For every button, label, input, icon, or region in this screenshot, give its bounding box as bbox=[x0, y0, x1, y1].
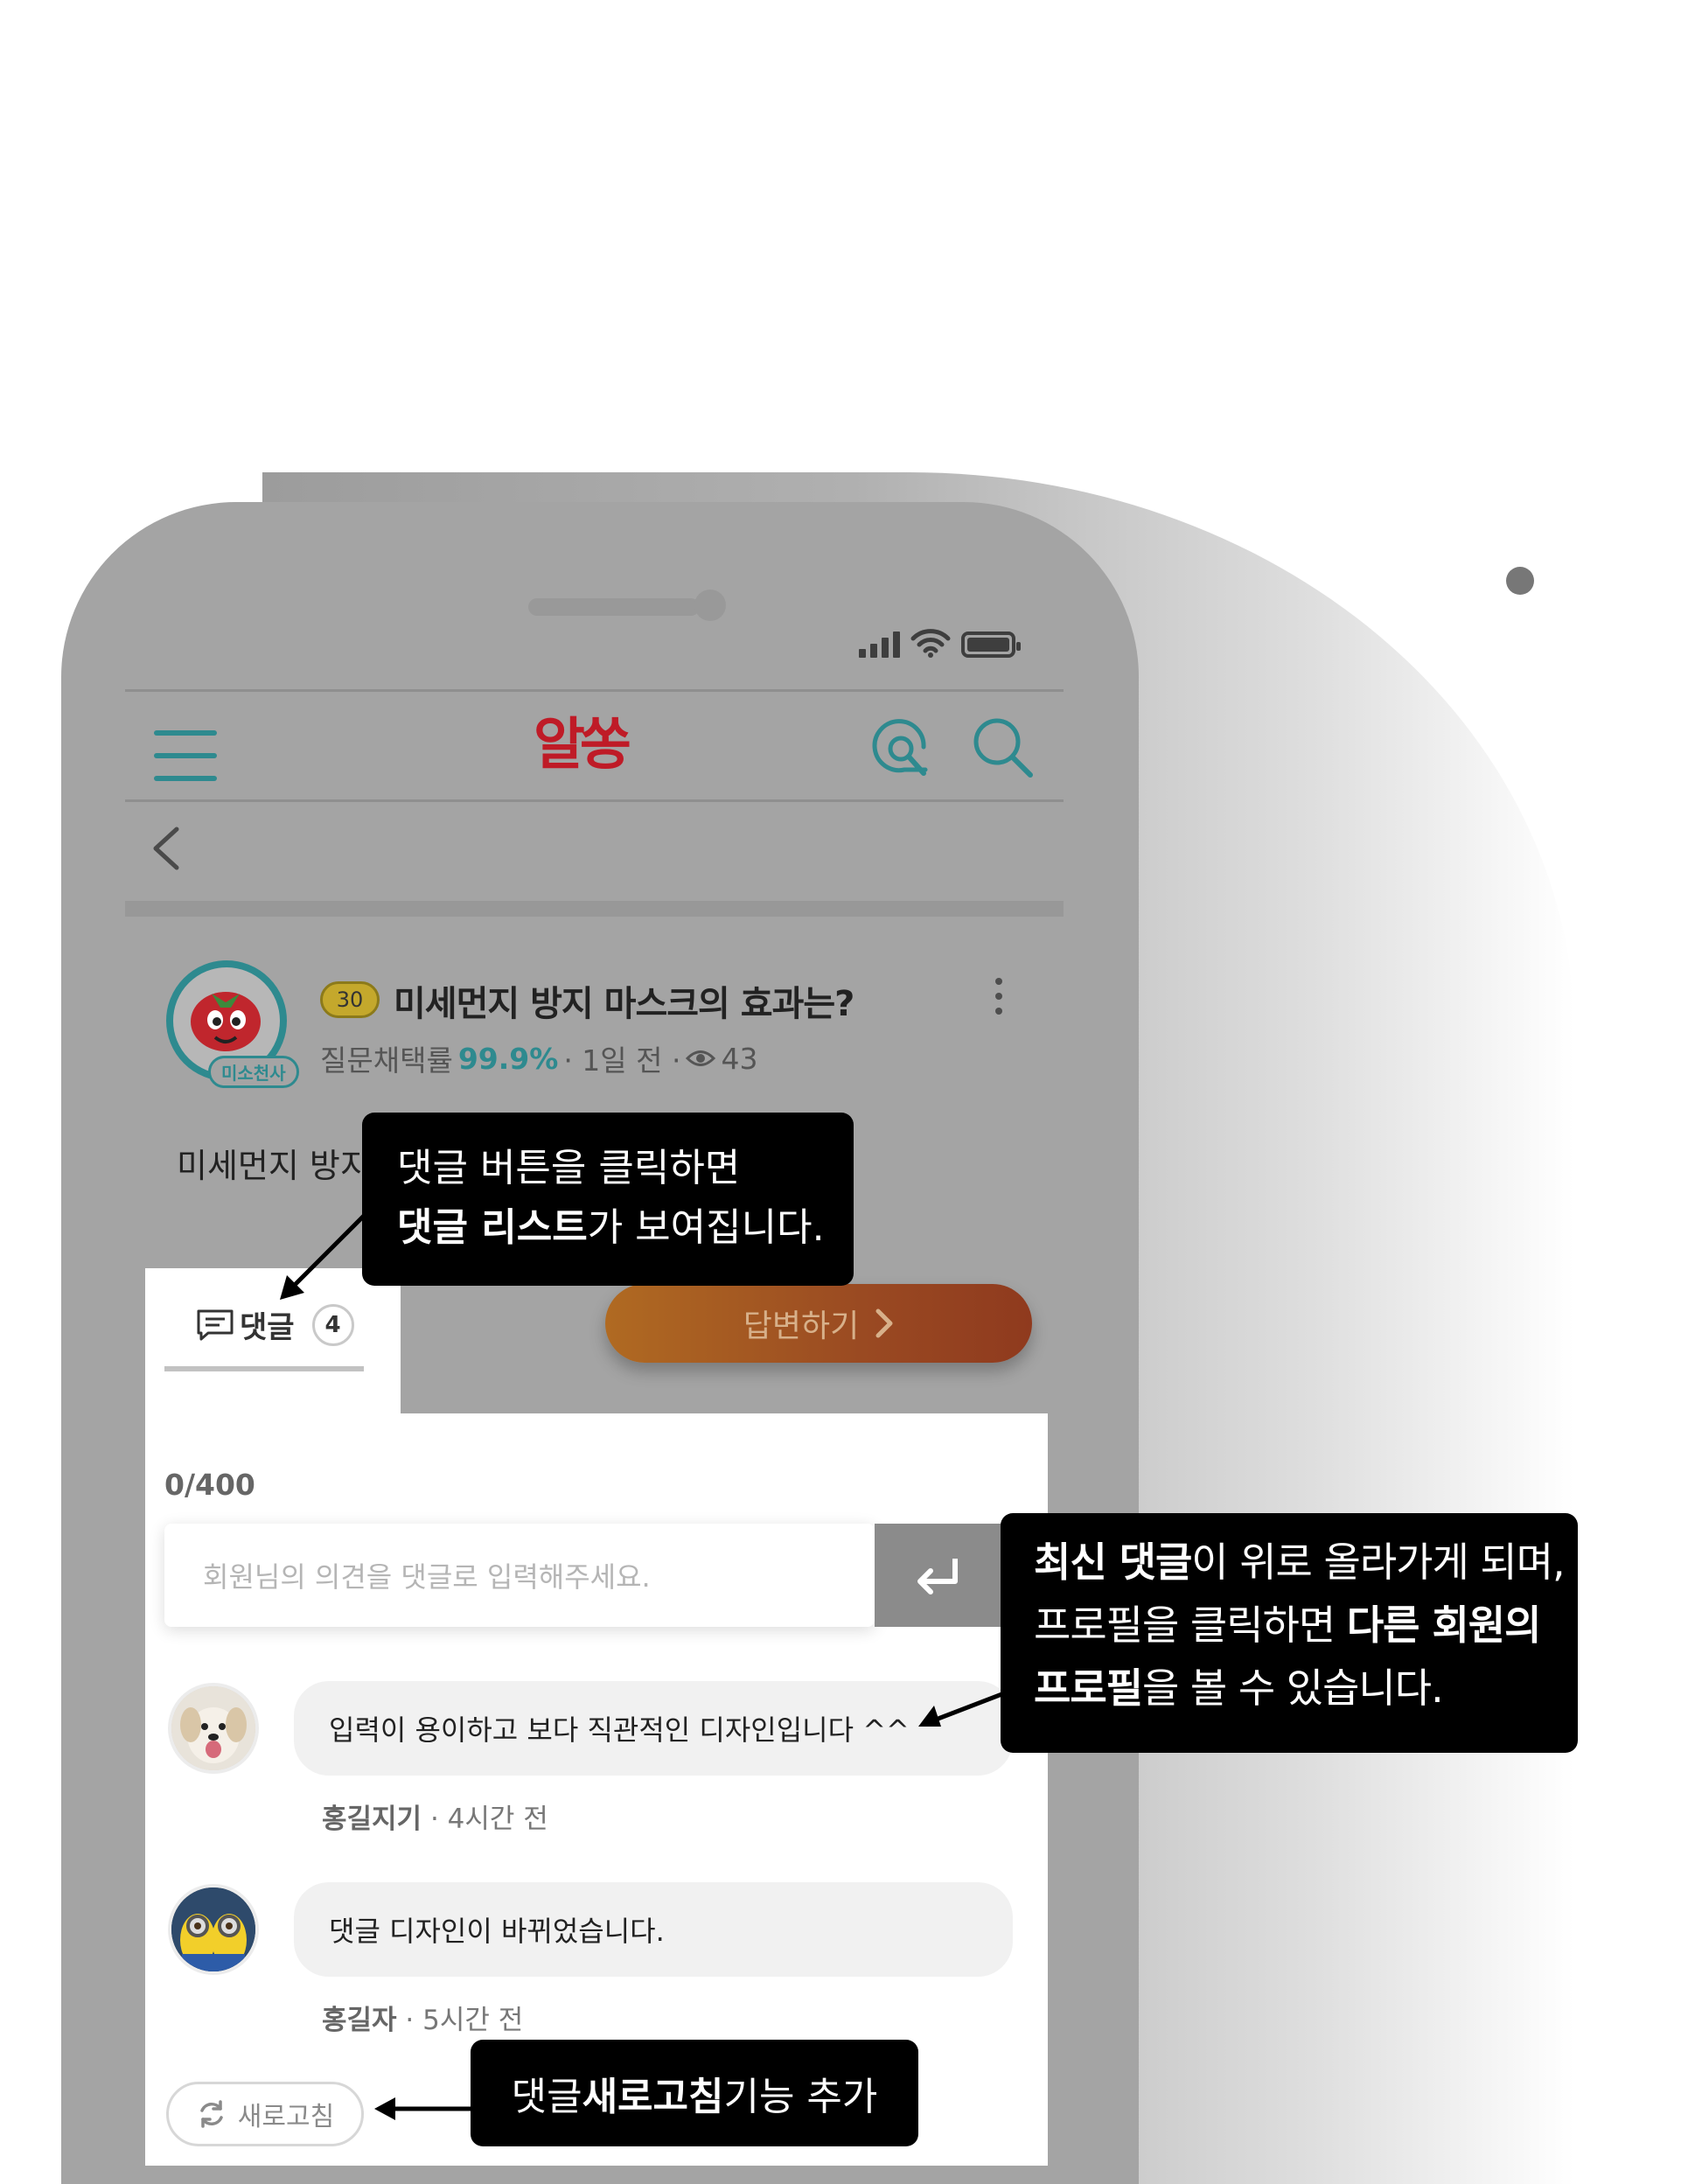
post-meta: 질문채택률 99.9% · 1일 전 · 43 bbox=[320, 1037, 757, 1079]
refresh-button[interactable]: 새로고침 bbox=[166, 2082, 364, 2146]
qa-search-icon[interactable] bbox=[869, 715, 939, 780]
header-divider-bottom bbox=[125, 799, 1064, 802]
section-divider bbox=[125, 901, 1064, 917]
eye-icon bbox=[686, 1050, 716, 1066]
comment-submit-button[interactable] bbox=[875, 1524, 1001, 1627]
point-badge: 30 bbox=[320, 981, 380, 1018]
answer-button[interactable]: 답변하기 bbox=[605, 1284, 1032, 1363]
comment-avatar-1[interactable] bbox=[168, 1683, 259, 1774]
back-chevron-icon[interactable] bbox=[150, 826, 180, 871]
hamburger-icon[interactable] bbox=[154, 730, 217, 781]
comment-author-2[interactable]: 홍길자 bbox=[322, 2005, 397, 2036]
callout-2-line-1: 최신 댓글이 위로 올라가게 되며, bbox=[1034, 1539, 1566, 1586]
post-title: 미세먼지 방지 마스크의 효과는? bbox=[394, 984, 854, 1024]
comment-tab-underline bbox=[164, 1366, 364, 1371]
search-icon[interactable] bbox=[971, 715, 1034, 778]
comment-bubble-1: 입력이 용이하고 보다 직관적인 디자인입니다 ^^ bbox=[294, 1681, 1013, 1776]
callout-comment-list: 댓글 버튼을 클릭하면 댓글 리스트가 보여집니다. bbox=[362, 1113, 854, 1286]
enter-icon bbox=[917, 1559, 958, 1594]
comment-meta-1: 홍길지기 · 4시간 전 bbox=[322, 1797, 548, 1836]
comment-author-1[interactable]: 홍길지기 bbox=[322, 1804, 422, 1835]
comment-avatar-2[interactable] bbox=[168, 1884, 259, 1975]
signal-icon bbox=[859, 630, 900, 658]
battery-icon bbox=[961, 631, 1021, 658]
view-count: 43 bbox=[721, 1041, 758, 1076]
comment-input[interactable]: 회원님의 의견을 댓글로 입력해주세요. bbox=[164, 1524, 875, 1627]
callout-2-arrow bbox=[918, 1691, 1005, 1727]
author-title-badge: 미소천사 bbox=[208, 1056, 299, 1088]
refresh-button-label: 새로고침 bbox=[237, 2102, 335, 2132]
callout-1-line-2: 댓글 리스트가 보여집니다. bbox=[397, 1205, 825, 1250]
post-body: 미세먼지 방지 bbox=[177, 1147, 371, 1185]
comment-icon bbox=[197, 1309, 234, 1340]
header-divider-top bbox=[125, 689, 1064, 692]
comment-meta-2: 홍길자 · 5시간 전 bbox=[322, 1998, 523, 2037]
accept-rate-value: 99.9% bbox=[457, 1041, 559, 1076]
comment-time-1: · 4시간 전 bbox=[429, 1804, 548, 1835]
callout-1-line-1: 댓글 버튼을 클릭하면 bbox=[397, 1146, 741, 1190]
callout-2-line-3: 프로필을 볼 수 있습니다. bbox=[1034, 1664, 1444, 1712]
callout-1-arrow bbox=[280, 1212, 367, 1300]
decorative-dot bbox=[1506, 567, 1534, 595]
accept-rate-label: 질문채택률 bbox=[320, 1043, 453, 1078]
callout-latest-comments: 최신 댓글이 위로 올라가게 되며, 프로필을 클릭하면 다른 회원의 프로필을… bbox=[1001, 1513, 1578, 1753]
callout-3-arrow bbox=[374, 2097, 472, 2120]
app-logo[interactable]: 알쏭 bbox=[534, 700, 631, 780]
refresh-icon bbox=[200, 2100, 223, 2128]
answer-button-label: 답변하기 bbox=[743, 1308, 860, 1344]
callout-refresh: 댓글 새로고침 기능 추가 bbox=[471, 2040, 918, 2146]
callout-2-line-2: 프로필을 클릭하면 다른 회원의 bbox=[1034, 1601, 1541, 1649]
comment-time-2: · 5시간 전 bbox=[405, 2005, 524, 2036]
wifi-icon bbox=[910, 629, 951, 658]
chevron-right-icon bbox=[875, 1308, 893, 1338]
post-time: · 1일 전 · bbox=[563, 1043, 681, 1078]
comment-bubble-2: 댓글 디자인이 바뀌었습니다. bbox=[294, 1882, 1013, 1977]
more-options-icon[interactable] bbox=[995, 978, 1002, 1015]
status-bar bbox=[859, 623, 1021, 658]
char-count: 0/400 bbox=[164, 1468, 255, 1502]
phone-camera bbox=[694, 590, 726, 621]
phone-speaker bbox=[528, 598, 700, 616]
